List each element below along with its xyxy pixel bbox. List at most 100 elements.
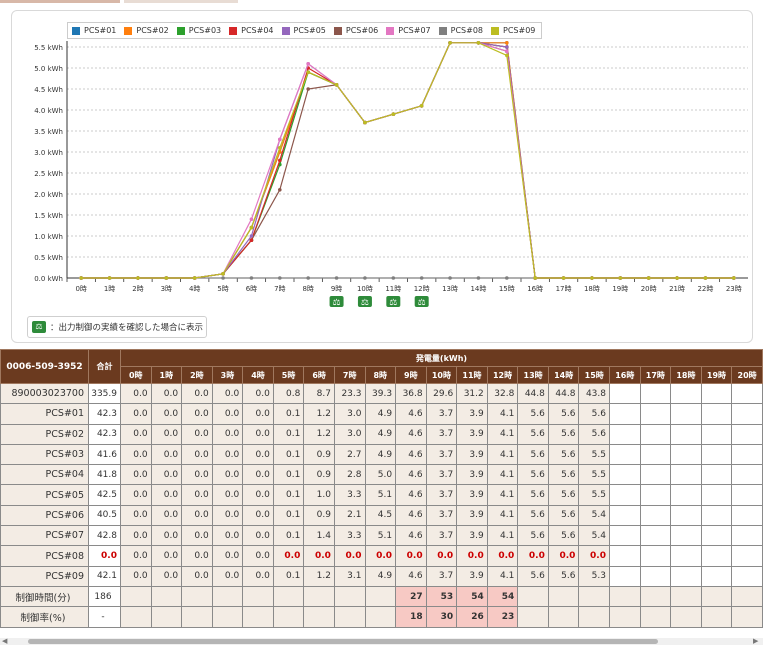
- hour-header: 18時: [670, 366, 702, 384]
- data-point: [505, 45, 509, 49]
- scroll-right-icon[interactable]: ▶: [753, 638, 758, 645]
- empty-cell: [670, 464, 702, 486]
- y-tick-label: 2.0 kWh: [34, 191, 63, 199]
- empty-cell: [578, 585, 610, 608]
- table-cell: 0.1: [272, 423, 305, 445]
- empty-cell: [333, 606, 366, 628]
- table-cell: 4.1: [486, 565, 519, 587]
- table-cell: 4.5: [364, 504, 397, 527]
- table-row[interactable]: PCS#08 0.0 0.0 0.0 0.0 0.0 0.0 0.0 0.0 0.0 0.0 0.0 0…: [0, 545, 763, 567]
- table-cell: 3.9: [456, 403, 488, 425]
- table-cell: 0.0: [242, 382, 274, 405]
- series-line: [81, 42, 734, 279]
- series-line: [81, 42, 734, 279]
- table-row[interactable]: PCS#02 42.3 0.0 0.0 0.0 0.0 0.0 0.1 1.2 3.0 4.9 4.6…: [0, 423, 763, 445]
- table-cell: 0.0: [181, 525, 213, 547]
- table-cell: 0.1: [272, 464, 305, 486]
- table-cell: 5.6: [547, 423, 580, 445]
- data-point: [306, 276, 310, 280]
- empty-cell: [120, 606, 152, 628]
- data-point: [363, 276, 367, 280]
- control-cell: 23: [486, 606, 519, 628]
- table-cell: 0.0: [181, 423, 213, 445]
- data-point: [476, 41, 481, 45]
- y-tick-label: 0.0 kWh: [34, 275, 63, 283]
- control-row[interactable]: 制御時間(分) 186 27 53 54 54: [0, 585, 763, 608]
- y-tick-label: 4.5 kWh: [34, 86, 63, 94]
- x-tick-label: 13時: [442, 285, 458, 293]
- table-cell: 2.1: [333, 504, 366, 527]
- row-label: 890003023700: [0, 382, 89, 405]
- empty-cell: [333, 585, 366, 608]
- empty-cell: [181, 606, 213, 628]
- table-cell: 0.0: [181, 484, 213, 506]
- row-label: PCS#08: [0, 545, 89, 567]
- y-tick-label: 3.5 kWh: [34, 128, 63, 136]
- table-row[interactable]: PCS#06 40.5 0.0 0.0 0.0 0.0 0.0 0.1 0.9 2.1 4.5 4.6…: [0, 504, 763, 527]
- empty-cell: [150, 606, 183, 628]
- control-cell: 54: [486, 585, 519, 608]
- table-cell: 0.0: [181, 504, 213, 527]
- empty-cell: [242, 606, 274, 628]
- control-row[interactable]: 制御率(%) - 18 30 26 23: [0, 606, 763, 628]
- data-point: [249, 234, 254, 238]
- empty-cell: [211, 585, 244, 608]
- hour-header: 6時: [303, 366, 335, 384]
- data-point: [505, 49, 509, 53]
- hour-header: 17時: [639, 366, 672, 384]
- table-row[interactable]: PCS#05 42.5 0.0 0.0 0.0 0.0 0.0 0.1 1.0 3.3 5.1 4.6…: [0, 484, 763, 506]
- hour-header: 13時: [517, 366, 549, 384]
- data-point: [249, 225, 254, 230]
- empty-cell: [609, 545, 641, 567]
- table-cell: 0.0: [181, 382, 213, 405]
- table-row[interactable]: PCS#04 41.8 0.0 0.0 0.0 0.0 0.0 0.1 0.9 2.8 5.0 4.6…: [0, 464, 763, 486]
- table-row[interactable]: PCS#09 42.1 0.0 0.0 0.0 0.0 0.0 0.1 1.2 3.1 4.9 4.6…: [0, 565, 763, 587]
- empty-cell: [700, 443, 733, 466]
- empty-cell: [731, 585, 763, 608]
- empty-cell: [731, 484, 763, 506]
- empty-cell: [670, 423, 702, 445]
- series-line: [81, 42, 734, 279]
- empty-cell: [609, 443, 641, 466]
- data-point: [306, 87, 310, 91]
- table-cell: 5.6: [578, 403, 610, 425]
- table-cell: 0.0: [303, 545, 335, 567]
- data-point: [249, 217, 254, 221]
- table-row[interactable]: PCS#01 42.3 0.0 0.0 0.0 0.0 0.0 0.1 1.2 3.0 4.9 4.6…: [0, 403, 763, 425]
- row-total: 0.0: [88, 545, 121, 567]
- table-cell: 4.1: [486, 484, 519, 506]
- data-point: [505, 41, 509, 45]
- empty-cell: [731, 606, 763, 628]
- table-cell: 3.1: [333, 565, 366, 587]
- data-point: [505, 276, 509, 280]
- table-cell: 8.7: [303, 382, 335, 405]
- table-cell: 5.5: [578, 484, 610, 506]
- hour-header: 20時: [731, 366, 763, 384]
- table-row[interactable]: PCS#03 41.6 0.0 0.0 0.0 0.0 0.0 0.1 0.9 2.7 4.9 4.6…: [0, 443, 763, 466]
- data-table-container: 0006-509-3952 合計 発電量(kWh) 0時 1時 2時 3時 4時 5時 6時…: [0, 349, 763, 628]
- empty-cell: [639, 565, 672, 587]
- data-point: [164, 276, 169, 280]
- table-cell: 5.6: [517, 443, 549, 466]
- control-row-total: 186: [88, 585, 121, 608]
- empty-cell: [609, 423, 641, 445]
- x-tick-label: 15時: [499, 285, 515, 293]
- empty-cell: [517, 585, 549, 608]
- data-point: [590, 276, 594, 280]
- empty-cell: [547, 606, 580, 628]
- scrollbar-thumb[interactable]: [28, 639, 658, 644]
- table-row[interactable]: 890003023700 335.9 0.0 0.0 0.0 0.0 0.0 0.8 8.7 23…: [0, 382, 763, 405]
- table-cell: 0.0: [333, 545, 366, 567]
- hour-header: 1時: [150, 366, 183, 384]
- generation-table: 0006-509-3952 合計 発電量(kWh) 0時 1時 2時 3時 4時 5時 6時…: [0, 349, 763, 628]
- table-cell: 4.1: [486, 525, 519, 547]
- table-cell: 39.3: [364, 382, 397, 405]
- empty-cell: [670, 403, 702, 425]
- scroll-left-icon[interactable]: ◀: [2, 638, 7, 645]
- table-cell: 5.5: [578, 464, 610, 486]
- table-cell: 5.6: [547, 504, 580, 527]
- table-cell: 0.0: [547, 545, 580, 567]
- table-row[interactable]: PCS#07 42.8 0.0 0.0 0.0 0.0 0.0 0.1 1.4 3.3 5.1 4.6…: [0, 525, 763, 547]
- table-cell: 5.6: [547, 484, 580, 506]
- table-cell: 0.0: [211, 525, 244, 547]
